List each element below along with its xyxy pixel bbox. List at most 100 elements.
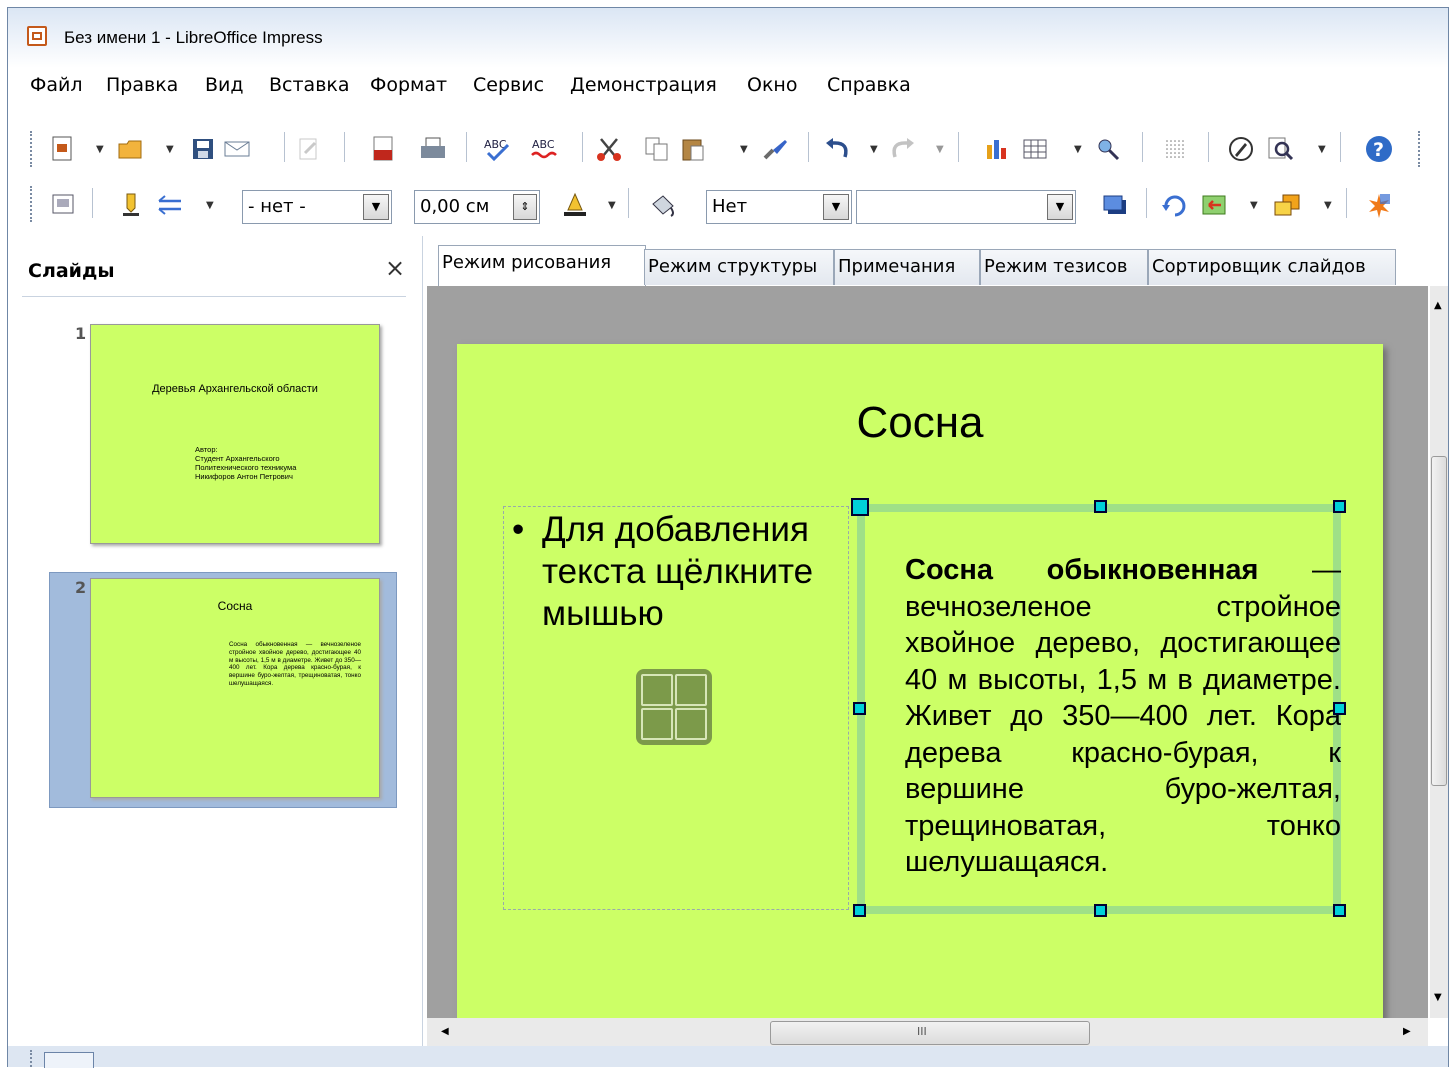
chart-icon[interactable] xyxy=(982,134,1012,164)
alignment-icon[interactable] xyxy=(1200,190,1230,220)
selected-text-box[interactable]: Сосна обыкновенная — вечнозеленое стройн… xyxy=(857,504,1341,914)
navigator-icon[interactable] xyxy=(1094,134,1124,164)
tab-outline-view[interactable]: Режим структуры xyxy=(644,249,834,285)
resize-handle[interactable] xyxy=(853,702,866,715)
slide-editor-canvas[interactable]: Сосна • Для добавления текста щёлкните м… xyxy=(427,286,1428,1018)
copy-icon[interactable] xyxy=(642,134,672,164)
menu-help[interactable]: Справка xyxy=(827,74,911,96)
toolbar-grip[interactable] xyxy=(1418,131,1424,167)
table-icon[interactable] xyxy=(1020,134,1050,164)
zoom-icon[interactable] xyxy=(1266,134,1296,164)
menu-insert[interactable]: Вставка xyxy=(269,74,350,96)
arrow-style-icon[interactable] xyxy=(156,190,186,220)
print-icon[interactable] xyxy=(418,134,448,164)
resize-handle[interactable] xyxy=(853,904,866,917)
resize-handle[interactable] xyxy=(851,498,869,516)
line-width-spin-icon[interactable]: ⇕ xyxy=(513,194,537,220)
table-dropdown-icon[interactable]: ▼ xyxy=(1074,144,1084,155)
area-style-dropdown-icon[interactable]: ▼ xyxy=(823,194,849,220)
line-width-spinbox[interactable]: 0,00 см ⇕ xyxy=(414,190,540,224)
menu-window[interactable]: Окно xyxy=(747,74,797,96)
save-icon[interactable] xyxy=(188,134,218,164)
tab-drawing-view[interactable]: Режим рисования xyxy=(438,245,646,287)
menu-edit[interactable]: Правка xyxy=(106,74,178,96)
edit-file-icon[interactable] xyxy=(294,134,324,164)
insert-video-icon[interactable] xyxy=(675,708,707,740)
paste-dropdown-icon[interactable]: ▼ xyxy=(740,144,750,155)
menu-file[interactable]: Файл xyxy=(30,74,83,96)
cut-icon[interactable] xyxy=(594,134,624,164)
placeholder-text[interactable]: • Для добавления текста щёлкните мышью xyxy=(512,509,842,635)
new-dropdown-icon[interactable]: ▼ xyxy=(96,144,106,155)
menu-slideshow[interactable]: Демонстрация xyxy=(570,74,717,96)
scroll-right-icon[interactable]: ▶ xyxy=(1403,1026,1411,1037)
insert-image-icon[interactable] xyxy=(641,708,673,740)
show-draw-functions-icon[interactable] xyxy=(1226,134,1256,164)
autospellcheck-icon[interactable]: ABC xyxy=(530,134,560,164)
menu-tools[interactable]: Сервис xyxy=(473,74,544,96)
line-style-dropdown-icon[interactable]: ▼ xyxy=(363,194,389,220)
close-icon[interactable]: × xyxy=(385,254,405,282)
area-fill-icon[interactable] xyxy=(648,190,678,220)
rotate-icon[interactable] xyxy=(1160,190,1190,220)
slides-pane: Слайды × 1 Деревья Архангельской области… xyxy=(20,236,423,1046)
resize-handle[interactable] xyxy=(1333,500,1346,513)
scroll-up-icon[interactable]: ▲ xyxy=(1434,300,1442,311)
paste-icon[interactable] xyxy=(678,134,708,164)
scroll-down-icon[interactable]: ▼ xyxy=(1434,992,1442,1003)
resize-handle[interactable] xyxy=(1333,904,1346,917)
tab-notes-view[interactable]: Примечания xyxy=(834,249,980,285)
area-fill-select[interactable]: ▼ xyxy=(856,190,1076,224)
help-icon[interactable]: ? xyxy=(1364,134,1394,164)
line-color-dropdown-icon[interactable]: ▼ xyxy=(608,200,618,211)
slide-thumbnail-1[interactable]: Деревья Архангельской области Автор: Сту… xyxy=(90,324,380,544)
line-color-icon[interactable] xyxy=(560,190,590,220)
alignment-dropdown-icon[interactable]: ▼ xyxy=(1250,200,1260,211)
redo-dropdown-icon[interactable]: ▼ xyxy=(936,144,946,155)
email-icon[interactable] xyxy=(222,134,252,164)
vertical-scroll-thumb[interactable] xyxy=(1431,456,1447,786)
insert-table-icon[interactable] xyxy=(641,674,673,706)
menu-view[interactable]: Вид xyxy=(205,74,244,96)
slide[interactable]: Сосна • Для добавления текста щёлкните м… xyxy=(457,344,1383,1018)
area-style-select[interactable]: Нет ▼ xyxy=(706,190,852,224)
clone-formatting-icon[interactable] xyxy=(760,134,790,164)
resize-handle[interactable] xyxy=(1094,904,1107,917)
arrange-icon[interactable] xyxy=(1272,190,1302,220)
undo-dropdown-icon[interactable]: ▼ xyxy=(870,144,880,155)
text-box-content[interactable]: Сосна обыкновенная — вечнозеленое стройн… xyxy=(905,552,1341,881)
slide-title[interactable]: Сосна xyxy=(457,398,1383,448)
new-document-icon[interactable] xyxy=(48,134,78,164)
arrow-style-dropdown-icon[interactable]: ▼ xyxy=(206,200,216,211)
line-icon[interactable] xyxy=(116,190,146,220)
undo-icon[interactable] xyxy=(822,134,852,164)
tab-handout-view[interactable]: Режим тезисов xyxy=(980,249,1148,285)
grid-icon[interactable] xyxy=(1160,134,1190,164)
vertical-scrollbar[interactable]: ▲ ▼ xyxy=(1430,286,1448,1018)
export-pdf-icon[interactable] xyxy=(368,134,398,164)
content-placeholder[interactable]: • Для добавления текста щёлкните мышью xyxy=(503,506,849,910)
spellcheck-icon[interactable]: ABC xyxy=(482,134,512,164)
open-dropdown-icon[interactable]: ▼ xyxy=(166,144,176,155)
resize-handle[interactable] xyxy=(1333,702,1346,715)
area-fill-dropdown-icon[interactable]: ▼ xyxy=(1047,194,1073,220)
line-style-select[interactable]: - нет - ▼ xyxy=(242,190,392,224)
toolbar-grip[interactable] xyxy=(30,1050,36,1067)
redo-icon[interactable] xyxy=(888,134,918,164)
effects-icon[interactable] xyxy=(1364,190,1394,220)
horizontal-scroll-thumb[interactable]: III xyxy=(770,1021,1090,1045)
toolbar-grip[interactable] xyxy=(30,186,36,222)
tab-slide-sorter[interactable]: Сортировщик слайдов xyxy=(1148,249,1396,285)
insert-chart-icon[interactable] xyxy=(675,674,707,706)
resize-handle[interactable] xyxy=(1094,500,1107,513)
toolbar-grip[interactable] xyxy=(30,131,36,167)
arrange-dropdown-icon[interactable]: ▼ xyxy=(1324,200,1334,211)
scroll-left-icon[interactable]: ◀ xyxy=(441,1026,449,1037)
slide-thumbnail-2[interactable]: Сосна Сосна обыкновенная — вечнозеленое … xyxy=(90,578,380,798)
open-folder-icon[interactable] xyxy=(116,134,146,164)
horizontal-scrollbar[interactable]: ◀ III ▶ xyxy=(427,1018,1428,1048)
slide-icon[interactable] xyxy=(48,190,78,220)
zoom-dropdown-icon[interactable]: ▼ xyxy=(1318,144,1328,155)
shadow-icon[interactable] xyxy=(1100,190,1130,220)
menu-format[interactable]: Формат xyxy=(370,74,447,96)
